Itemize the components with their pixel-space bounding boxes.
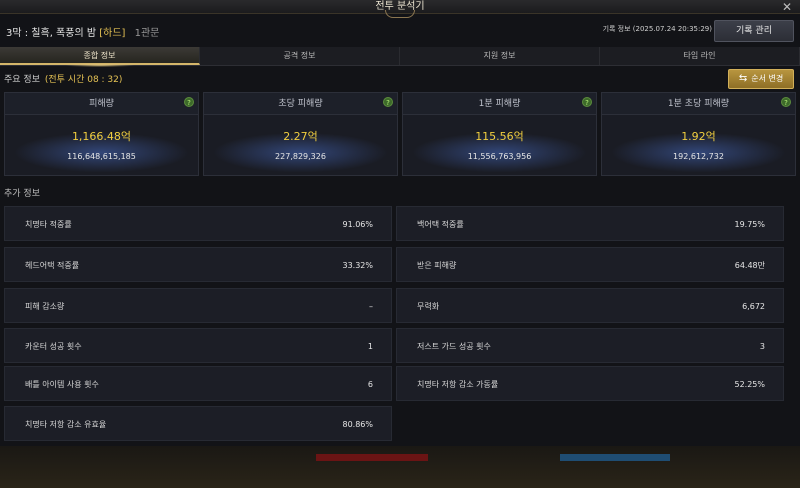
damage-card: 피해량 ? 1,166.48억 116,648,615,185: [4, 92, 199, 176]
stat-label: 치명타 저항 감소 유효율: [25, 420, 107, 429]
card-small-value: 11,556,763,956: [467, 152, 532, 161]
card-title: 1분 피해량: [403, 93, 596, 115]
stat-value: 19.75%: [734, 220, 765, 229]
list-item: 치명타 저항 감소 가동률 52.25%: [396, 366, 784, 401]
tab-support[interactable]: 지원 정보: [400, 47, 600, 65]
card-small-value: 192,612,732: [673, 152, 724, 161]
card-big-value: 1,166.48억: [71, 130, 132, 143]
game-background-strip: [0, 446, 800, 488]
card-small-value: 227,829,326: [275, 152, 326, 161]
stat-label: 받은 피해량: [417, 261, 457, 270]
swap-icon: ⇆: [738, 73, 748, 84]
list-item: 저스트 가드 성공 횟수 3: [396, 328, 784, 363]
dps-card: 초당 피해량 ? 2.27억 227,829,326: [203, 92, 398, 176]
list-item: 카운터 성공 횟수 1: [4, 328, 392, 363]
stat-cards: 피해량 ? 1,166.48억 116,648,615,185 초당 피해량 ?…: [4, 92, 796, 176]
close-icon[interactable]: ✕: [780, 0, 794, 14]
card-body: 2.27억 227,829,326: [204, 116, 397, 175]
card-body: 1.92억 192,612,732: [602, 116, 795, 175]
main-info-heading: 주요 정보 (전투 시간 08 : 32): [4, 72, 122, 85]
one-minute-dps-card: 1분 초당 피해량 ? 1.92억 192,612,732: [601, 92, 796, 176]
stat-value: 52.25%: [734, 380, 765, 389]
raid-gate: 1관문: [134, 28, 160, 39]
main-info-label: 주요 정보: [4, 75, 40, 85]
window-titlebar: 전투 분석기 ✕: [0, 0, 800, 18]
stat-value: 6,672: [742, 302, 765, 311]
help-icon[interactable]: ?: [582, 97, 592, 107]
card-big-value: 2.27억: [283, 130, 318, 143]
list-item: 치명타 적중률 91.06%: [4, 206, 392, 241]
list-item: 헤드어택 적중률 33.32%: [4, 247, 392, 282]
stat-label: 헤드어택 적중률: [25, 261, 80, 270]
stat-value: 3: [759, 342, 765, 351]
hp-bar: [316, 454, 428, 461]
tab-overview[interactable]: 종합 정보: [0, 47, 200, 67]
list-item: 피해 감소량 –: [4, 288, 392, 323]
record-manage-button[interactable]: 기록 관리: [714, 20, 794, 42]
stat-value: 6: [367, 380, 373, 389]
help-icon[interactable]: ?: [383, 97, 393, 107]
card-small-value: 116,648,615,185: [67, 152, 136, 161]
tab-attack[interactable]: 공격 정보: [200, 47, 400, 65]
battle-time: (전투 시간 08 : 32): [44, 75, 123, 85]
stat-label: 카운터 성공 횟수: [25, 342, 82, 351]
card-body: 115.56억 11,556,763,956: [403, 116, 596, 175]
stat-label: 무력화: [417, 302, 440, 311]
stat-value: 1: [367, 342, 373, 351]
raid-stage: 3막 : 칠흑, 폭풍의 밤: [6, 28, 97, 39]
card-body: 1,166.48억 116,648,615,185: [5, 116, 198, 175]
stat-label: 백어택 적중률: [417, 220, 464, 229]
card-title: 피해량: [5, 93, 198, 115]
stat-value: 91.06%: [342, 220, 373, 229]
card-title: 1분 초당 피해량: [602, 93, 795, 115]
stat-value: –: [369, 302, 373, 311]
stat-label: 치명타 적중률: [25, 220, 72, 229]
stat-value: 80.86%: [342, 420, 373, 429]
list-item: 받은 피해량 64.48만: [396, 247, 784, 282]
card-big-value: 1.92억: [681, 130, 716, 143]
help-icon[interactable]: ?: [184, 97, 194, 107]
one-minute-damage-card: 1분 피해량 ? 115.56억 11,556,763,956: [402, 92, 597, 176]
list-item: 치명타 저항 감소 유효율 80.86%: [4, 406, 392, 441]
list-item: 백어택 적중률 19.75%: [396, 206, 784, 241]
stat-label: 저스트 가드 성공 횟수: [417, 342, 491, 351]
raid-header: 3막 : 칠흑, 폭풍의 밤 [하드] 1관문 기록 정보 (2025.07.2…: [0, 14, 800, 46]
raid-title: 3막 : 칠흑, 폭풍의 밤 [하드] 1관문: [6, 24, 159, 39]
tab-timeline[interactable]: 타임 라인: [600, 47, 800, 65]
list-item: 무력화 6,672: [396, 288, 784, 323]
list-item: 배틀 아이템 사용 횟수 6: [4, 366, 392, 401]
extra-info-grid: 치명타 적중률 91.06% 헤드어택 적중률 33.32% 피해 감소량 – …: [4, 206, 786, 446]
raid-difficulty: [하드]: [99, 28, 126, 39]
tab-bar: 종합 정보 공격 정보 지원 정보 타임 라인: [0, 47, 800, 67]
extra-info-heading: 추가 정보: [4, 189, 40, 199]
stat-label: 배틀 아이템 사용 횟수: [25, 380, 99, 389]
mp-bar: [560, 454, 670, 461]
order-change-button[interactable]: ⇆ 순서 변경: [728, 69, 794, 89]
stat-label: 치명타 저항 감소 가동률: [417, 380, 499, 389]
stat-label: 피해 감소량: [25, 302, 65, 311]
stat-value: 33.32%: [342, 261, 373, 270]
stat-value: 64.48만: [734, 261, 765, 270]
record-time: 기록 정보 (2025.07.24 20:35:29): [602, 25, 712, 33]
card-big-value: 115.56억: [475, 130, 524, 143]
order-change-label: 순서 변경: [751, 74, 784, 83]
help-icon[interactable]: ?: [781, 97, 791, 107]
card-title: 초당 피해량: [204, 93, 397, 115]
